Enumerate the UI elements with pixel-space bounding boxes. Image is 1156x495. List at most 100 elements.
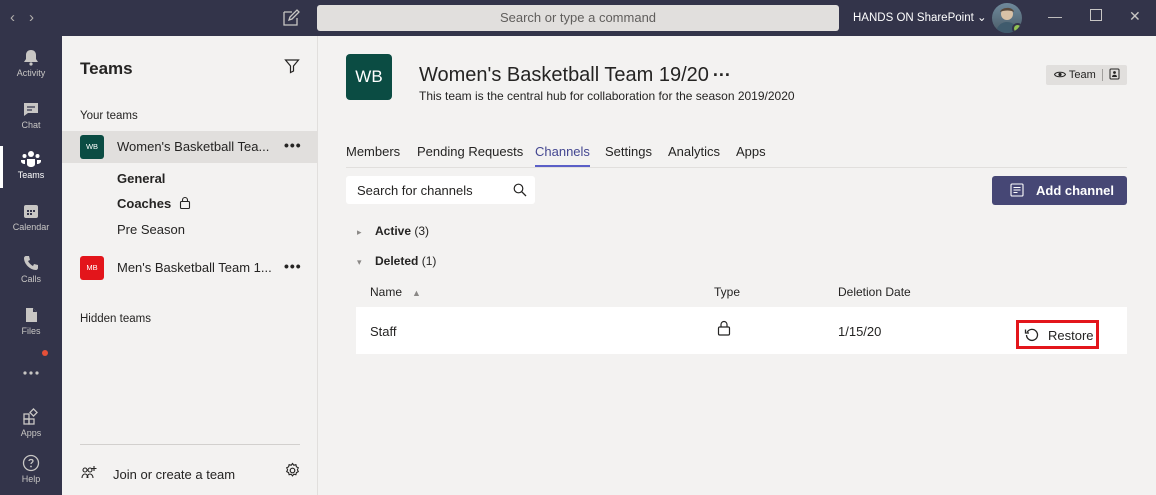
rail-label: Files bbox=[21, 326, 41, 336]
add-channel-icon bbox=[1010, 183, 1024, 197]
table-row: Staff 1/15/20 Restore bbox=[356, 307, 1127, 354]
group-label: Active bbox=[375, 224, 412, 238]
team-description: This team is the central hub for collabo… bbox=[419, 89, 795, 103]
restore-icon bbox=[1024, 328, 1039, 341]
team-logo: WB bbox=[346, 54, 392, 100]
title-bar: ‹› Search or type a command HANDS ON Sha… bbox=[0, 0, 1156, 36]
column-header-type: Type bbox=[714, 285, 741, 299]
restore-button[interactable]: Restore bbox=[1016, 320, 1099, 349]
rail-item-activity[interactable]: Activity bbox=[0, 40, 62, 92]
tab-members[interactable]: Members bbox=[346, 144, 400, 159]
command-search-input[interactable]: Search or type a command bbox=[317, 5, 839, 31]
search-placeholder: Search for channels bbox=[357, 183, 473, 198]
lock-icon bbox=[717, 320, 731, 336]
rail-item-files[interactable]: Files bbox=[0, 298, 62, 350]
rail-label: Calendar bbox=[12, 222, 50, 232]
group-active[interactable]: ▸ Active (3) bbox=[357, 224, 429, 238]
column-header-deletion-date: Deletion Date bbox=[838, 285, 911, 299]
gear-icon[interactable] bbox=[284, 462, 301, 479]
back-arrow-icon[interactable]: ‹ bbox=[10, 9, 29, 26]
divider bbox=[80, 444, 300, 445]
app-rail: Activity Chat Teams Calendar Calls Files… bbox=[0, 36, 62, 495]
more-options-icon[interactable]: ••• bbox=[284, 137, 302, 153]
rail-item-more[interactable] bbox=[0, 354, 62, 406]
rail-label: Help bbox=[21, 474, 41, 484]
column-label: Name bbox=[370, 285, 403, 299]
rail-item-teams[interactable]: Teams bbox=[0, 142, 62, 194]
rail-item-calendar[interactable]: Calendar bbox=[0, 194, 62, 246]
channel-item-general[interactable]: General bbox=[117, 171, 165, 186]
team-item-mens-basketball[interactable]: MB Men's Basketball Team 1... ••• bbox=[62, 252, 318, 284]
lock-icon bbox=[179, 196, 190, 210]
join-team-icon[interactable] bbox=[80, 464, 98, 482]
add-channel-button[interactable]: Add channel bbox=[992, 176, 1127, 205]
team-visibility-badge[interactable]: Team bbox=[1046, 65, 1127, 85]
column-header-name[interactable]: Name ▲ bbox=[370, 285, 421, 299]
chat-icon bbox=[24, 103, 38, 116]
channel-item-pre-season[interactable]: Pre Season bbox=[117, 222, 185, 237]
team-title-text: Women's Basketball Team 19/20 bbox=[419, 64, 709, 86]
team-item-womens-basketball[interactable]: WB Women's Basketball Tea... ••• bbox=[62, 131, 318, 163]
your-teams-heading: Your teams bbox=[80, 110, 138, 122]
group-deleted[interactable]: ▾ Deleted (1) bbox=[357, 254, 436, 268]
maximize-icon[interactable] bbox=[1090, 8, 1102, 24]
hidden-teams-heading[interactable]: Hidden teams bbox=[80, 313, 151, 325]
tab-settings[interactable]: Settings bbox=[605, 144, 652, 159]
filter-icon[interactable] bbox=[284, 58, 300, 74]
minimize-icon[interactable]: — bbox=[1048, 8, 1062, 24]
team-avatar: MB bbox=[80, 256, 104, 280]
more-options-icon[interactable]: ··· bbox=[713, 65, 731, 85]
main-content: WB Women's Basketball Team 19/20 ··· This… bbox=[319, 36, 1156, 495]
rail-item-apps[interactable]: Apps bbox=[0, 400, 62, 452]
rail-label: Teams bbox=[17, 170, 45, 180]
channel-name: General bbox=[117, 171, 166, 186]
channel-search-input[interactable]: Search for channels bbox=[346, 176, 535, 204]
rail-item-help[interactable]: Help bbox=[0, 446, 62, 495]
restore-label: Restore bbox=[1048, 328, 1094, 343]
more-options-icon[interactable]: ••• bbox=[284, 258, 302, 274]
teams-icon bbox=[21, 151, 41, 167]
rail-label: Activity bbox=[16, 68, 46, 78]
org-name: HANDS ON SharePoint bbox=[853, 12, 974, 24]
phone-icon bbox=[24, 256, 38, 270]
add-channel-label: Add channel bbox=[1036, 183, 1115, 198]
apps-icon bbox=[23, 408, 38, 425]
sort-ascending-icon: ▲ bbox=[412, 288, 421, 298]
team-info-icon bbox=[1109, 68, 1120, 80]
team-avatar: WB bbox=[80, 135, 104, 159]
tab-apps[interactable]: Apps bbox=[736, 144, 766, 159]
org-switcher[interactable]: HANDS ON SharePoint ⌄ bbox=[853, 10, 987, 24]
chevron-down-icon: ▾ bbox=[357, 257, 362, 267]
chevron-right-icon: ▸ bbox=[357, 227, 362, 237]
compose-icon[interactable] bbox=[281, 8, 301, 28]
avatar[interactable] bbox=[992, 3, 1022, 33]
close-icon[interactable]: ✕ bbox=[1129, 8, 1141, 25]
rail-label: Chat bbox=[21, 120, 41, 130]
file-icon bbox=[26, 308, 37, 322]
forward-arrow-icon[interactable]: › bbox=[29, 9, 48, 26]
group-label: Deleted bbox=[375, 254, 419, 268]
join-or-create-team-button[interactable]: Join or create a team bbox=[113, 467, 235, 482]
history-nav: ‹› bbox=[10, 9, 48, 26]
channel-name-cell: Staff bbox=[370, 324, 397, 339]
deletion-date-cell: 1/15/20 bbox=[838, 324, 882, 339]
search-icon bbox=[513, 183, 527, 197]
rail-item-chat[interactable]: Chat bbox=[0, 92, 62, 144]
tab-analytics[interactable]: Analytics bbox=[668, 144, 720, 159]
group-count: (1) bbox=[421, 254, 437, 268]
channel-item-coaches[interactable]: Coaches bbox=[117, 196, 191, 211]
more-apps-icon bbox=[23, 371, 39, 375]
tab-channels[interactable]: Channels bbox=[535, 144, 590, 167]
bell-icon bbox=[24, 50, 38, 66]
channel-name: Coaches bbox=[117, 196, 172, 211]
presence-available-icon bbox=[1012, 23, 1022, 33]
badge-label: Team bbox=[1068, 69, 1096, 81]
tab-pending-requests[interactable]: Pending Requests bbox=[417, 144, 523, 159]
panel-title: Teams bbox=[80, 59, 133, 78]
rail-label: Calls bbox=[20, 274, 41, 284]
rail-label: Apps bbox=[20, 428, 42, 438]
teams-panel: Teams Your teams WB Women's Basketball T… bbox=[62, 36, 318, 495]
team-title: Women's Basketball Team 19/20 ··· bbox=[419, 64, 731, 87]
rail-item-calls[interactable]: Calls bbox=[0, 246, 62, 298]
channel-name: Pre Season bbox=[117, 222, 185, 237]
